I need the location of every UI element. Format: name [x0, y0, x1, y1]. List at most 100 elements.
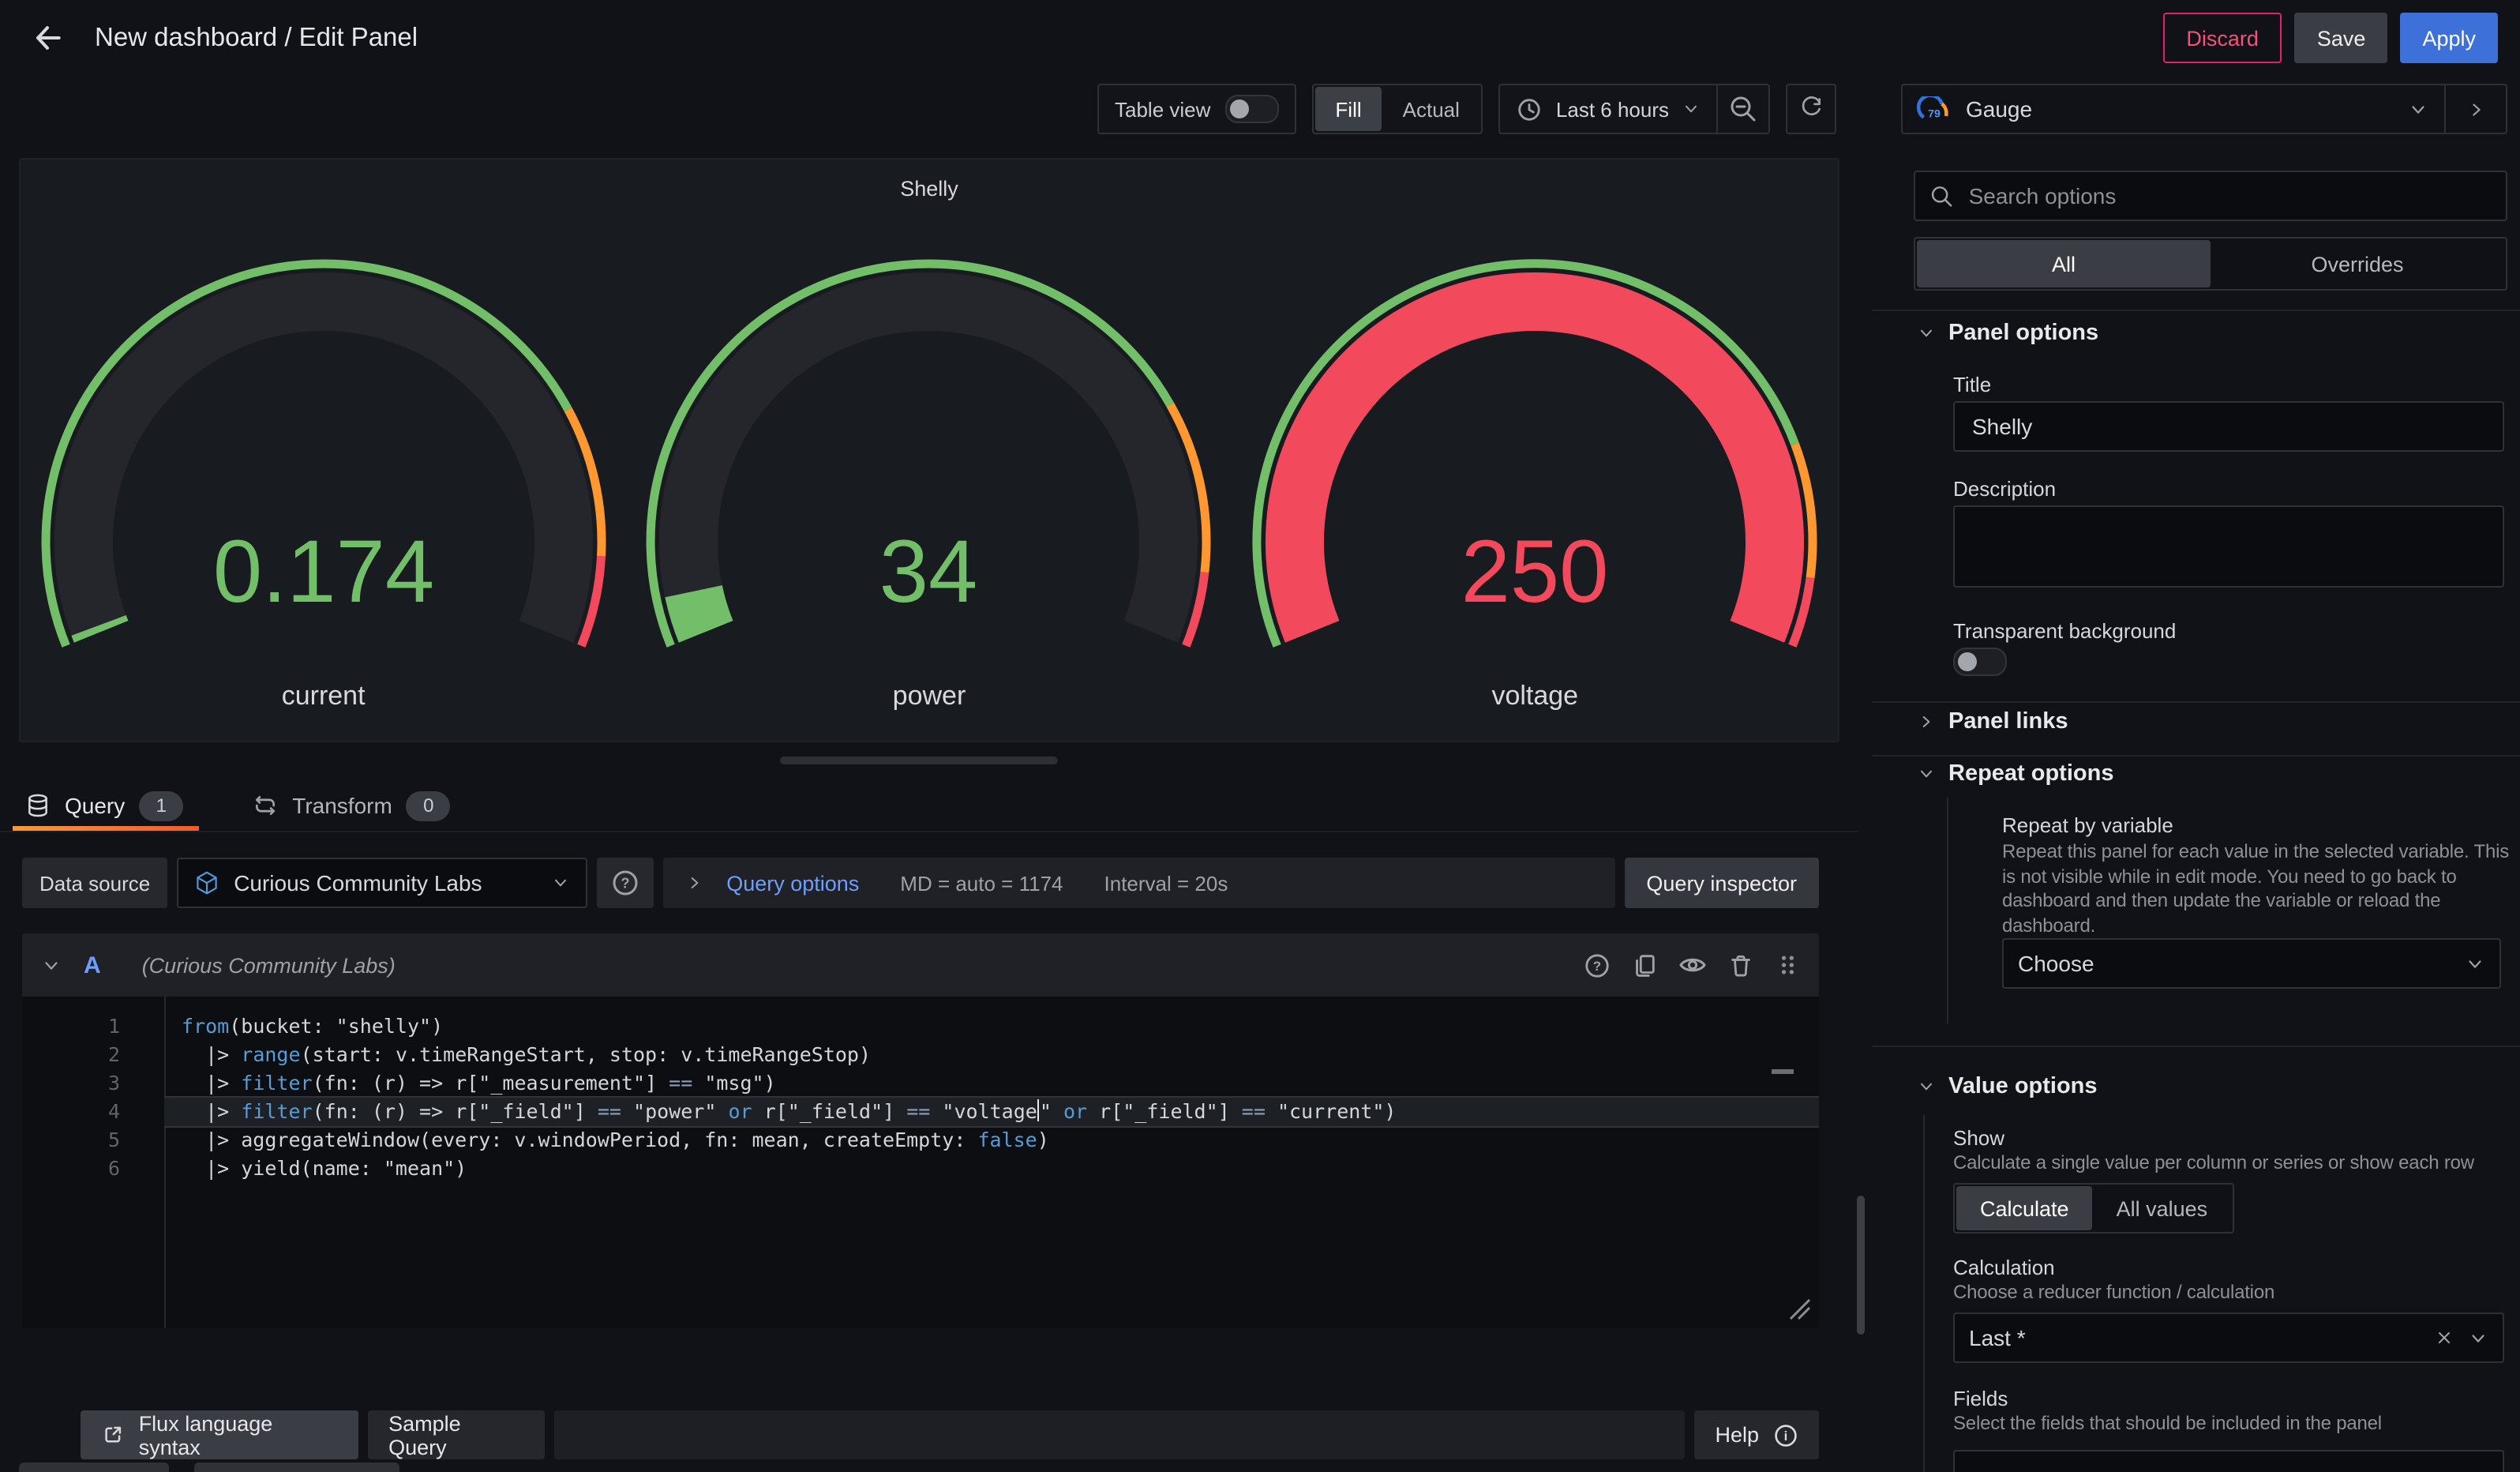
datasource-name: Curious Community Labs	[234, 870, 482, 896]
copy-icon	[1631, 952, 1658, 978]
calculation-select[interactable]: Last *	[1953, 1312, 2504, 1363]
fields-select-partial[interactable]	[1953, 1450, 2504, 1472]
chevron-down-icon	[1682, 100, 1701, 118]
calculation-label: Calculation	[1953, 1256, 2055, 1279]
gauge-value-voltage: 250	[1461, 522, 1609, 621]
title-input[interactable]	[1969, 412, 2488, 441]
query-count-badge: 1	[139, 790, 183, 820]
all-values-option[interactable]: All values	[2093, 1186, 2232, 1230]
filter-overrides[interactable]: Overrides	[2211, 240, 2504, 287]
time-range-picker[interactable]: Last 6 hours	[1501, 85, 1716, 133]
flux-syntax-label: Flux language syntax	[139, 1411, 338, 1459]
main-column: Table view Fill Actual Last 6 hours	[0, 76, 1858, 1472]
code-line-1[interactable]: 1from(bucket: "shelly")	[22, 1012, 1819, 1041]
flux-syntax-button[interactable]: Flux language syntax	[81, 1410, 358, 1459]
transparent-bg-label: Transparent background	[1953, 619, 2176, 643]
chevron-down-icon	[2465, 953, 2485, 974]
table-view-toggle[interactable]	[1224, 95, 1278, 123]
description-field[interactable]	[1953, 505, 2504, 588]
chevron-right-icon	[1917, 712, 1936, 731]
help-circle-icon: ?	[611, 869, 639, 897]
scrollbar-thumb[interactable]	[1857, 1196, 1865, 1335]
title-field[interactable]	[1953, 401, 2504, 452]
chevron-right-icon	[2466, 99, 2486, 119]
query-datasource-hint: (Curious Community Labs)	[142, 953, 396, 977]
datasource-label: Data source	[22, 858, 167, 908]
chevron-down-icon	[2408, 99, 2428, 119]
hide-query-button[interactable]	[1678, 951, 1707, 979]
datasource-help-button[interactable]: ?	[597, 858, 654, 908]
query-editor-card: A (Curious Community Labs) ?	[22, 933, 1819, 1328]
partial-button[interactable]	[194, 1463, 399, 1472]
help-label: Help	[1716, 1423, 1760, 1447]
query-ref[interactable]: A	[84, 952, 101, 978]
calculate-option[interactable]: Calculate	[1956, 1186, 2093, 1230]
collapse-pane-button[interactable]	[2444, 85, 2506, 133]
refresh-icon	[1798, 96, 1824, 122]
display-mode-group: Fill Actual	[1311, 84, 1483, 134]
query-help-button[interactable]: ?	[1584, 952, 1611, 978]
chevron-down-icon	[1917, 1077, 1936, 1096]
resize-corner-icon[interactable]	[1789, 1298, 1811, 1320]
section-panel-options[interactable]: Panel options	[1917, 321, 2098, 346]
chevron-down-icon	[551, 873, 570, 892]
time-range-group: Last 6 hours	[1499, 84, 1770, 134]
transform-count-badge: 0	[407, 790, 451, 820]
code-line-5[interactable]: 5 |> aggregateWindow(every: v.windowPeri…	[22, 1126, 1819, 1155]
panel-toolbar: Table view Fill Actual Last 6 hours	[1097, 84, 1836, 134]
options-search[interactable]	[1914, 171, 2507, 221]
partial-button[interactable]	[19, 1463, 169, 1472]
repeat-options-header: Repeat options	[1948, 761, 2113, 787]
duplicate-query-button[interactable]	[1631, 952, 1658, 978]
help-button[interactable]: Help i	[1695, 1410, 1820, 1459]
code-line-3[interactable]: 3 |> filter(fn: (r) => r["_measurement"]…	[22, 1069, 1819, 1098]
tab-query[interactable]: Query 1	[25, 780, 183, 831]
repeat-description: Repeat this panel for each value in the …	[2002, 840, 2511, 938]
visualization-picker[interactable]: 79 Gauge	[1901, 84, 2507, 134]
drag-handle[interactable]	[1775, 952, 1800, 978]
section-panel-links[interactable]: Panel links	[1917, 709, 2068, 734]
query-header: A (Curious Community Labs) ?	[22, 933, 1819, 997]
actual-option[interactable]: Actual	[1382, 87, 1480, 131]
gauge-panel[interactable]: Shelly 0.174current34power250voltage	[19, 158, 1839, 742]
section-value-options[interactable]: Value options	[1917, 1074, 2098, 1099]
breadcrumb: New dashboard / Edit Panel	[95, 23, 418, 53]
code-line-4[interactable]: 4 |> filter(fn: (r) => r["_field"] == "p…	[22, 1098, 1819, 1126]
collapse-chevron-icon[interactable]	[41, 955, 62, 975]
discard-button[interactable]: Discard	[2162, 13, 2282, 63]
refresh-button[interactable]	[1786, 84, 1836, 134]
sample-query-button[interactable]: Sample Query	[368, 1410, 544, 1459]
panel-resize-handle[interactable]	[780, 757, 1058, 764]
gauge-value-current: 0.174	[213, 522, 434, 621]
footer-spacer-bar	[553, 1410, 1686, 1459]
query-inspector-button[interactable]: Query inspector	[1624, 858, 1819, 908]
options-sidebar: 79 Gauge All Overrides	[1873, 76, 2520, 1472]
repeat-variable-select[interactable]: Choose	[2002, 938, 2501, 989]
apply-button[interactable]: Apply	[2400, 13, 2498, 63]
panel-links-header: Panel links	[1948, 709, 2068, 734]
transparent-bg-toggle[interactable]	[1953, 648, 2007, 676]
save-button[interactable]: Save	[2295, 13, 2388, 63]
clear-icon[interactable]	[2435, 1328, 2454, 1347]
zoom-out-button[interactable]	[1718, 85, 1768, 133]
query-footer: Flux language syntax Sample Query Help i	[81, 1410, 1819, 1459]
code-line-6[interactable]: 6 |> yield(name: "mean")	[22, 1155, 1819, 1183]
search-input[interactable]	[1966, 182, 2492, 210]
section-repeat-options[interactable]: Repeat options	[1917, 761, 2113, 787]
info-circle-icon: i	[1773, 1422, 1798, 1448]
time-range-label: Last 6 hours	[1556, 97, 1669, 121]
fill-option[interactable]: Fill	[1314, 87, 1382, 131]
flux-code-editor[interactable]: 1from(bucket: "shelly")2 |> range(start:…	[22, 997, 1819, 1328]
options-filter: All Overrides	[1914, 237, 2507, 291]
panel-options-header: Panel options	[1948, 321, 2098, 346]
datasource-picker[interactable]: Curious Community Labs	[177, 858, 587, 908]
query-options-link[interactable]: Query options	[726, 871, 859, 895]
code-line-2[interactable]: 2 |> range(start: v.timeRangeStart, stop…	[22, 1041, 1819, 1069]
chevron-right-icon	[685, 873, 704, 892]
search-icon	[1929, 183, 1953, 208]
filter-all[interactable]: All	[1917, 240, 2211, 287]
fields-label: Fields	[1953, 1387, 2008, 1410]
delete-query-button[interactable]	[1727, 952, 1754, 978]
back-button[interactable]	[22, 13, 73, 63]
tab-transform[interactable]: Transform 0	[253, 780, 451, 831]
